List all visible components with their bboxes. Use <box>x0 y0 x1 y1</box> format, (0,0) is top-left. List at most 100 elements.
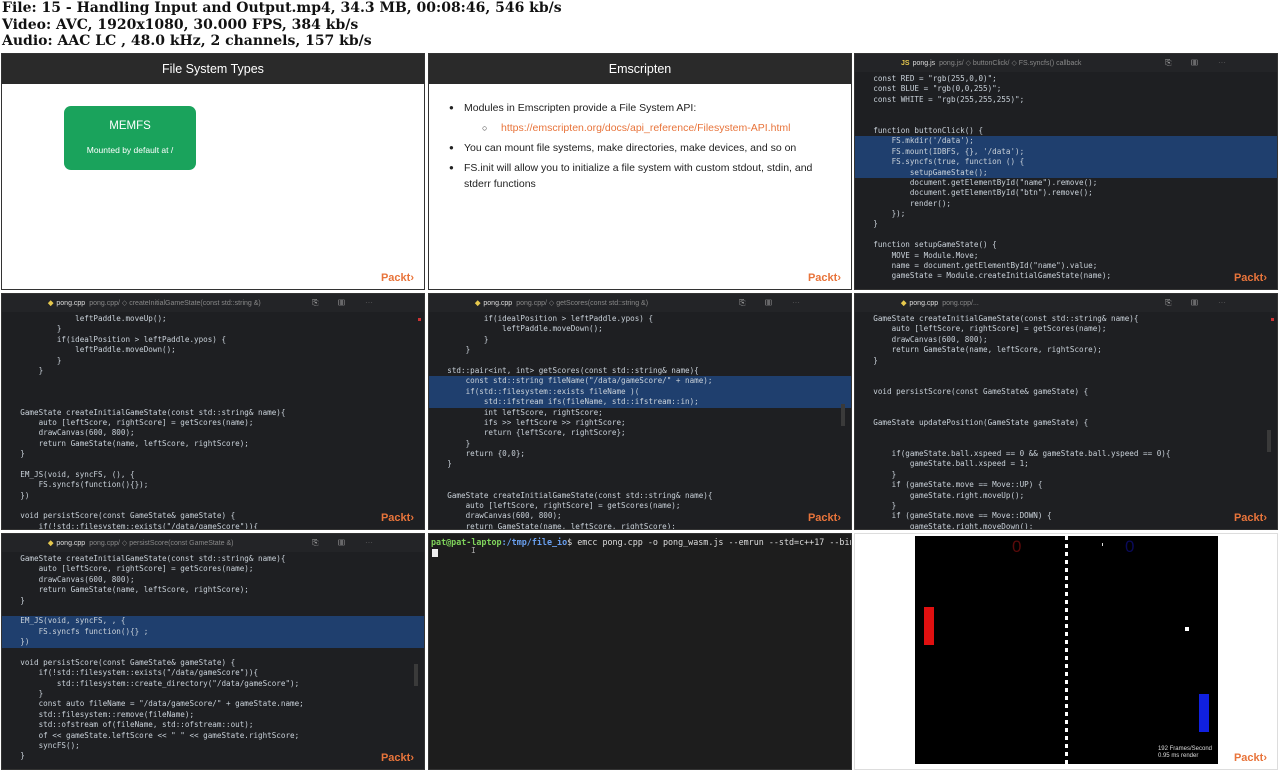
code-line[interactable]: FS.syncfs(function(){}); <box>2 480 424 490</box>
scrollbar[interactable] <box>414 664 418 686</box>
editor-tab[interactable]: ◆ pong.cpp pong.cpp/ ◇ getScores(const std… <box>475 299 648 307</box>
code-line[interactable]: std::filesystem::create_directory("/data… <box>2 679 424 689</box>
code-line[interactable] <box>2 376 424 386</box>
code-line[interactable]: } <box>855 470 1277 480</box>
code-line[interactable]: ifs >> leftScore >> rightScore; <box>429 418 851 428</box>
code-line[interactable]: GameState createInitialGameState(const s… <box>2 408 424 418</box>
code-line[interactable] <box>2 397 424 407</box>
editor-actions[interactable]: ⎘ ▥ ⋯ <box>312 538 382 548</box>
code-line[interactable] <box>2 387 424 397</box>
editor-tab-bar[interactable]: JS pong.js pong.js/ ◇ buttonClick/ ◇ FS.sy… <box>855 54 1277 72</box>
code-line[interactable]: return GameState(name, leftScore, rightS… <box>855 345 1277 355</box>
code-line[interactable]: } <box>2 449 424 459</box>
code-line[interactable]: } <box>429 345 851 355</box>
code-line[interactable]: function buttonClick() { <box>855 126 1277 136</box>
bullet-link[interactable]: https://emscripten.org/docs/api_referenc… <box>449 120 839 136</box>
code-line[interactable]: } <box>2 596 424 606</box>
code-line[interactable]: return {leftScore, rightScore}; <box>429 428 851 438</box>
code-line[interactable]: if(!std::filesystem::exists("/data/gameS… <box>2 668 424 678</box>
code-line[interactable]: void persistScore(const GameState& gameS… <box>2 511 424 521</box>
code-line[interactable] <box>429 480 851 490</box>
code-line[interactable]: return GameState(name, leftScore, rightS… <box>2 585 424 595</box>
editor-tab-bar[interactable]: ◆ pong.cpp pong.cpp/ ◇ createInitialGameSt… <box>2 294 424 312</box>
code-line[interactable]: gameState = Module.createInitialGameStat… <box>855 271 1277 281</box>
code-line[interactable]: if(idealPosition > leftPaddle.ypos) { <box>2 335 424 345</box>
code-line[interactable]: void persistScore(const GameState& gameS… <box>855 387 1277 397</box>
code-line[interactable] <box>855 408 1277 418</box>
terminal-panel[interactable]: pat@pat-laptop:/tmp/file_io$ emcc pong.c… <box>428 533 852 770</box>
code-line[interactable] <box>429 470 851 480</box>
code-line[interactable]: std::filesystem::remove(fileName); <box>2 710 424 720</box>
code-line[interactable]: EM_JS(void, syncFS, , { <box>2 616 424 627</box>
code-line[interactable]: } <box>2 356 424 366</box>
code-line[interactable]: } <box>429 439 851 449</box>
code-line[interactable] <box>2 459 424 469</box>
code-line[interactable]: leftPaddle.moveUp(); <box>2 314 424 324</box>
code-line[interactable] <box>855 428 1277 438</box>
code-line[interactable]: GameState createInitialGameState(const s… <box>429 491 851 501</box>
code-line[interactable] <box>2 648 424 658</box>
code-line[interactable]: const WHITE = "rgb(255,255,255)"; <box>855 95 1277 105</box>
code-line[interactable]: drawCanvas(600, 800); <box>855 335 1277 345</box>
code-line[interactable]: void persistScore(const GameState& gameS… <box>2 658 424 668</box>
code-line[interactable]: if(std::filesystem::exists fileName )( <box>429 386 851 398</box>
code-line[interactable]: GameState createInitialGameState(const s… <box>855 314 1277 324</box>
editor-actions[interactable]: ⎘ ▥ ⋯ <box>312 298 382 308</box>
code-line[interactable]: leftPaddle.moveDown(); <box>2 345 424 355</box>
code-line[interactable]: } <box>2 751 424 761</box>
code-line[interactable]: std::ofstream of(fileName, std::ofstream… <box>2 720 424 730</box>
code-line[interactable]: } <box>855 219 1277 229</box>
code-line[interactable]: } <box>429 459 851 469</box>
code-area[interactable]: GameState createInitialGameState(const s… <box>855 314 1277 529</box>
code-line[interactable]: if(!std::filesystem::exists("/data/gameS… <box>2 522 424 529</box>
code-line[interactable]: GameState createInitialGameState(const s… <box>2 554 424 564</box>
code-line[interactable] <box>855 439 1277 449</box>
code-line[interactable]: if (gameState.move == Move::DOWN) { <box>855 511 1277 521</box>
code-line[interactable]: name = document.getElementById("name").v… <box>855 261 1277 271</box>
code-line[interactable]: document.getElementById("btn").remove(); <box>855 188 1277 198</box>
code-line[interactable]: } <box>2 366 424 376</box>
code-line[interactable] <box>2 501 424 511</box>
code-line[interactable]: int leftScore, rightScore; <box>429 408 851 418</box>
code-line[interactable]: EM_JS(void, syncFS, (), { <box>2 470 424 480</box>
editor-tab[interactable]: ◆ pong.cpp pong.cpp/... <box>901 299 979 307</box>
code-line[interactable]: leftPaddle.moveDown(); <box>429 324 851 334</box>
code-line[interactable] <box>855 105 1277 115</box>
code-line[interactable]: const RED = "rgb(255,0,0)"; <box>855 74 1277 84</box>
code-line[interactable]: std::pair<int, int> getScores(const std:… <box>429 366 851 376</box>
editor-tab-bar[interactable]: ◆ pong.cpp pong.cpp/... ⎘ ▥ ⋯ <box>855 294 1277 312</box>
code-line[interactable] <box>2 606 424 616</box>
code-line[interactable]: }); <box>855 209 1277 219</box>
code-line[interactable]: FS.mount(IDBFS, {}, '/data'); <box>855 146 1277 158</box>
code-line[interactable]: }) <box>2 637 424 648</box>
code-line[interactable]: auto [leftScore, rightScore] = getScores… <box>429 501 851 511</box>
code-line[interactable]: return GameState(name, leftScore, rightS… <box>429 522 851 529</box>
code-line[interactable]: std::ifstream ifs(fileName, std::ifstrea… <box>429 397 851 408</box>
code-line[interactable]: render(); <box>855 199 1277 209</box>
code-line[interactable]: FS.syncfs function(){} ; <box>2 626 424 638</box>
code-line[interactable]: }) <box>2 491 424 501</box>
editor-actions[interactable]: ⎘ ▥ ⋯ <box>1165 298 1235 308</box>
code-line[interactable]: const std::string fileName("/data/gameSc… <box>429 376 851 387</box>
editor-tab[interactable]: ◆ pong.cpp pong.cpp/ ◇ persistScore(const … <box>48 539 234 547</box>
code-line[interactable]: gameState.ball.xspeed = 1; <box>855 459 1277 469</box>
editor-actions[interactable]: ⎘ ▥ ⋯ <box>739 298 809 308</box>
code-line[interactable]: FS.syncfs(true, function () { <box>855 157 1277 168</box>
code-line[interactable]: if(gameState.ball.xspeed == 0 && gameSta… <box>855 449 1277 459</box>
code-line[interactable]: auto [leftScore, rightScore] = getScores… <box>855 324 1277 334</box>
scrollbar[interactable] <box>841 404 845 426</box>
code-line[interactable]: const BLUE = "rgb(0,0,255)"; <box>855 84 1277 94</box>
code-line[interactable]: drawCanvas(600, 800); <box>2 575 424 585</box>
code-line[interactable]: } <box>2 324 424 334</box>
code-line[interactable] <box>855 230 1277 240</box>
code-line[interactable]: const auto fileName = "/data/gameScore/"… <box>2 699 424 709</box>
code-line[interactable]: gameState.right.moveUp(); <box>855 491 1277 501</box>
code-line[interactable]: return GameState(name, leftScore, rightS… <box>2 439 424 449</box>
code-line[interactable]: } <box>429 335 851 345</box>
code-line[interactable]: document.getElementById("name").remove()… <box>855 178 1277 188</box>
code-area[interactable]: const RED = "rgb(255,0,0)"; const BLUE =… <box>855 74 1277 282</box>
code-line[interactable]: auto [leftScore, rightScore] = getScores… <box>2 564 424 574</box>
code-line[interactable]: FS.mkdir('/data'); <box>855 136 1277 147</box>
code-line[interactable]: } <box>855 501 1277 511</box>
code-line[interactable]: function setupGameState() { <box>855 240 1277 250</box>
